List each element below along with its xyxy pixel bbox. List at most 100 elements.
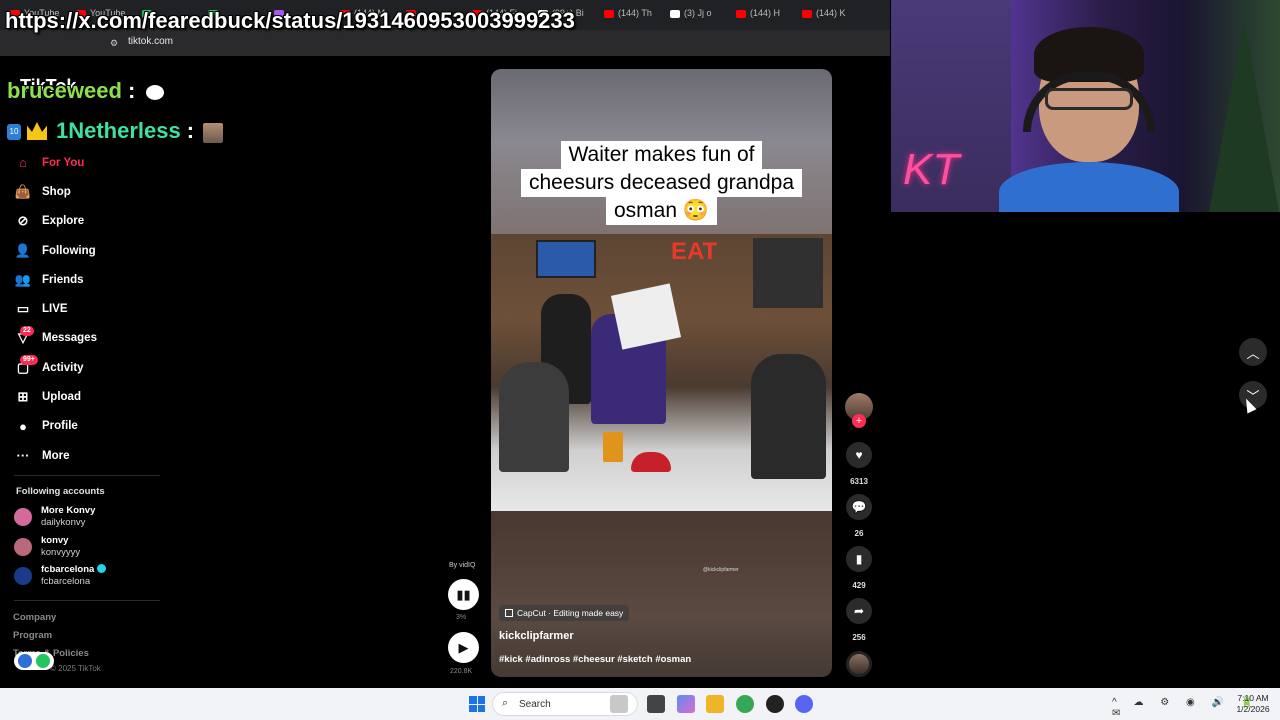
following-accounts-title: Following accounts <box>16 486 105 497</box>
heart-action[interactable]: ♥ 6313 <box>846 442 872 486</box>
sidebar-item-following[interactable]: 👤 Following <box>14 236 164 265</box>
bookmark-icon[interactable]: ▮ <box>846 546 872 572</box>
chat-emote <box>203 123 223 143</box>
streamer <box>999 22 1179 212</box>
following-account[interactable]: konvy konvyyyy <box>14 535 164 561</box>
speech-bubble-emote <box>146 85 164 100</box>
sidebar-item-label: For You <box>42 156 85 169</box>
sidebar-item-for-you[interactable]: ⌂ For You <box>14 148 164 177</box>
account-name: fcbarcelona <box>41 564 107 575</box>
capcut-tag[interactable]: CapCut · Editing made easy <box>499 605 630 621</box>
chevron-up-icon: ︿ <box>1246 345 1260 361</box>
video-hashtags[interactable]: #kick #adinross #cheesur #sketch #osman <box>499 654 691 665</box>
sidebar-item-label: Activity <box>42 361 84 374</box>
sidebar-item-label: Following <box>42 244 96 257</box>
caption-line: osman 😳 <box>605 197 717 225</box>
taskbar-clock[interactable]: 7:10 AM 1/2/2026 <box>1230 693 1276 715</box>
stats-bars-icon[interactable]: ▮▮ <box>448 579 479 610</box>
sidebar-item-activity[interactable]: ▢ 99+ Activity <box>14 353 164 382</box>
comment-action[interactable]: 💬 26 <box>846 494 872 538</box>
person-figure <box>499 362 569 472</box>
restaurant-sign: EAT <box>671 238 718 265</box>
video-watermark: @kickclipfarmer <box>703 567 739 573</box>
account-name: More Konvy <box>41 505 96 516</box>
bookmark-action[interactable]: ▮ 429 <box>846 546 872 590</box>
sidebar-item-more[interactable]: ··· More <box>14 441 164 470</box>
file-explorer-icon[interactable] <box>706 695 724 713</box>
friends-icon: 👥 <box>14 271 32 287</box>
sidebar-item-friends[interactable]: 👥 Friends <box>14 265 164 294</box>
sidebar-item-label: Friends <box>42 273 84 286</box>
share-action[interactable]: ➦ 256 <box>846 598 872 642</box>
taskbar-app-icon[interactable] <box>610 695 628 713</box>
action-count: 429 <box>852 581 866 590</box>
account-handle: fcbarcelona <box>41 576 91 587</box>
extension-pill[interactable] <box>14 652 54 670</box>
browser-tab[interactable]: (3) Jj o <box>670 8 730 22</box>
copilot-icon[interactable] <box>677 695 695 713</box>
sidebar-item-explore[interactable]: ⊘ Explore <box>14 207 164 236</box>
plus-square-icon: ⊞ <box>17 389 29 405</box>
windows-taskbar: ⌕ Search ^ ☁ ⚙ ◉ 🔊 🔋 ✉ 7:10 AM 1/2/2026 <box>0 688 1280 720</box>
tab-favicon-icon <box>802 9 812 18</box>
chat-username: bruceweed <box>7 78 122 103</box>
video-frame: EAT <box>491 234 832 511</box>
video-author[interactable]: kickclipfarmer <box>499 630 574 642</box>
glasses-icon <box>1045 88 1133 110</box>
sidebar-item-live[interactable]: ▭ LIVE <box>14 294 164 323</box>
sidebar-item-shop[interactable]: 👜 Shop <box>14 177 164 206</box>
site-info-icon[interactable]: ⚙ <box>110 38 120 48</box>
tab-favicon-icon <box>736 9 746 18</box>
footer-link[interactable]: Program <box>13 630 52 641</box>
extension-icon[interactable] <box>18 654 32 668</box>
avatar <box>14 508 32 526</box>
menu-board <box>753 238 823 308</box>
red-hat <box>631 452 671 472</box>
browser-tab[interactable]: (144) H <box>736 8 796 22</box>
following-account[interactable]: fcbarcelona fcbarcelona <box>14 564 164 590</box>
browser-tab[interactable]: (144) Th <box>604 8 664 22</box>
search-icon: ⌕ <box>502 697 509 709</box>
obs-icon[interactable] <box>766 695 784 713</box>
sidebar-item-label: Upload <box>42 391 81 404</box>
tab-favicon-icon <box>670 9 680 18</box>
follow-plus-icon[interactable]: + <box>852 414 866 428</box>
music-disc[interactable] <box>846 651 872 677</box>
sidebar-item-upload[interactable]: ⊞ Upload <box>14 382 164 411</box>
verified-icon <box>97 564 107 573</box>
account-handle: dailykonvy <box>41 517 86 528</box>
copyright: © 2025 TikTok <box>50 664 101 673</box>
windows-start-icon[interactable] <box>469 696 485 712</box>
discord-icon[interactable] <box>795 695 813 713</box>
styrofoam-box <box>610 283 682 350</box>
heart-icon[interactable]: ♥ <box>846 442 872 468</box>
share-icon[interactable]: ➦ <box>846 598 872 624</box>
following-account[interactable]: More Konvy dailykonvy <box>14 505 164 531</box>
action-count: 26 <box>854 529 864 538</box>
video-player[interactable]: Waiter makes fun of cheesurs deceased gr… <box>491 69 832 677</box>
avatar-icon: ● <box>19 418 27 434</box>
task-view-icon[interactable] <box>647 695 665 713</box>
sidebar-item-profile[interactable]: ● Profile <box>14 412 164 441</box>
sub-badge: 10 <box>7 124 21 140</box>
sidebar-item-label: More <box>42 449 70 462</box>
sidebar-divider <box>14 475 160 476</box>
extension-icon[interactable] <box>36 654 50 668</box>
capcut-icon <box>505 609 513 617</box>
chat-message: bruceweed: <box>7 78 136 103</box>
chat-username: 1Netherless <box>56 118 181 143</box>
sidebar-item-messages[interactable]: ▽ 22 Messages <box>14 324 164 353</box>
neon-sign: KT <box>903 145 960 194</box>
sidebar-item-label: Messages <box>42 332 97 345</box>
action-count: 256 <box>852 633 866 642</box>
previous-video-button[interactable]: ︿ <box>1239 338 1267 366</box>
caption-line: Waiter makes fun of <box>560 141 763 169</box>
vidiq-label: By vidIQ <box>449 562 476 569</box>
browser-tab[interactable]: (144) K <box>802 8 862 22</box>
stream-overlay-url: https://x.com/fearedbuck/status/19314609… <box>5 8 575 33</box>
play-icon[interactable]: ▶ <box>448 632 479 663</box>
footer-link[interactable]: Company <box>13 612 56 623</box>
account-handle: konvyyyy <box>41 546 81 558</box>
comment-icon[interactable]: 💬 <box>846 494 872 520</box>
chrome-icon[interactable] <box>736 695 754 713</box>
